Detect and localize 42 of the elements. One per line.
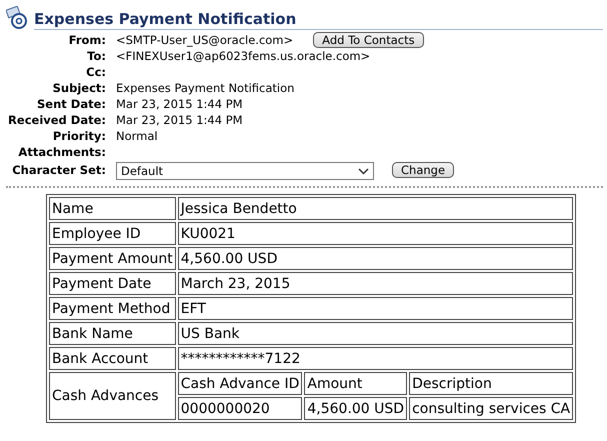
table-cell: ************7122: [178, 347, 574, 370]
table-cell: Employee ID: [49, 222, 176, 245]
table-cell: Jessica Bendetto: [178, 197, 574, 220]
table-cell: Bank Name: [49, 322, 176, 345]
table-header-cell: Amount: [304, 372, 408, 395]
table-cell: 0000000020: [178, 397, 302, 420]
field-value: Expenses Payment Notification: [116, 80, 294, 96]
table-cell: KU0021: [178, 222, 574, 245]
table-cell: Payment Amount: [49, 247, 176, 270]
table-cell: 4,560.00 USD: [304, 397, 408, 420]
field-label: Attachments:: [17, 144, 106, 160]
table-header-cell: Cash Advance ID: [178, 372, 302, 395]
field-value: Mar 23, 2015 1:44 PM: [116, 96, 243, 112]
field-label: To:: [86, 48, 106, 64]
field-label: Cc:: [85, 64, 106, 80]
field-value: Mar 23, 2015 1:44 PM: [116, 112, 243, 128]
email-at-icon: [6, 6, 28, 30]
field-label: Subject:: [52, 80, 106, 96]
table-cell: Cash Advances: [49, 372, 176, 420]
character-set-select[interactable]: Default: [116, 162, 374, 180]
change-button[interactable]: Change: [392, 162, 454, 178]
table-cell: Name: [49, 197, 176, 220]
add-contacts-button[interactable]: Add To Contacts: [313, 32, 424, 48]
field-value: <FINEXUser1@ap6023fems.us.oracle.com>: [116, 48, 370, 64]
table-cell: consulting services CA: [409, 397, 574, 420]
table-cell: US Bank: [178, 322, 574, 345]
chevron-down-icon: [358, 168, 369, 174]
field-value: <SMTP-User_US@oracle.com>: [116, 32, 294, 48]
table-cell: EFT: [178, 297, 574, 320]
table-cell: March 23, 2015: [178, 272, 574, 295]
field-value: Normal: [116, 128, 158, 144]
table-cell: Bank Account: [49, 347, 176, 370]
field-label: Received Date:: [7, 112, 106, 128]
field-label: Character Set:: [11, 162, 106, 178]
field-label: Priority:: [52, 128, 106, 144]
message-title: Expenses Payment Notification: [34, 6, 603, 30]
table-cell: Payment Date: [49, 272, 176, 295]
table-header-cell: Description: [409, 372, 574, 395]
table-cell: 4,560.00 USD: [178, 247, 574, 270]
field-label: From:: [68, 32, 106, 48]
table-cell: Payment Method: [49, 297, 176, 320]
field-label: Sent Date:: [36, 96, 106, 112]
